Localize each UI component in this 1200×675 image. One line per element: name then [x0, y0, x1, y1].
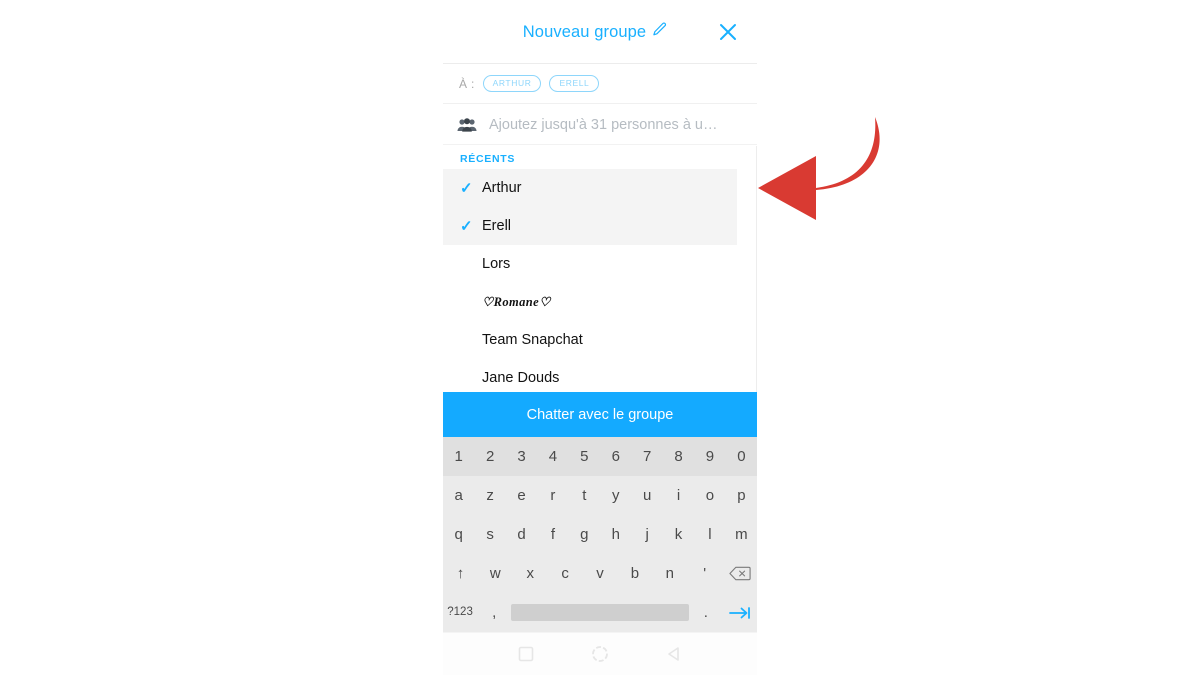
phone-screenshot: Nouveau groupe À : ARTHUR ERELL Ajoutez … — [443, 0, 757, 675]
header-bar: Nouveau groupe — [443, 0, 757, 64]
key-v[interactable]: v — [583, 566, 618, 581]
key-4[interactable]: 4 — [537, 449, 568, 464]
key-f[interactable]: f — [537, 527, 568, 542]
keyboard-row-home: q s d f g h j k l m — [443, 515, 757, 554]
keyboard-row-space: ?123 , . — [443, 593, 757, 632]
key-0[interactable]: 0 — [726, 449, 757, 464]
symbols-key[interactable]: ?123 — [443, 606, 477, 619]
list-item[interactable]: Team Snapchat — [443, 321, 756, 359]
key-g[interactable]: g — [569, 527, 600, 542]
key-z[interactable]: z — [474, 488, 505, 503]
key-6[interactable]: 6 — [600, 449, 631, 464]
keyboard-row-bottom: ↑ w x c v b n ' — [443, 554, 757, 593]
key-7[interactable]: 7 — [631, 449, 662, 464]
contact-name: Arthur — [482, 180, 522, 196]
header-title-group[interactable]: Nouveau groupe — [443, 0, 757, 64]
square-recents-icon[interactable] — [518, 646, 534, 662]
key-u[interactable]: u — [631, 488, 662, 503]
keyboard-row-top: a z e r t y u i o p — [443, 476, 757, 515]
contact-name: Jane Douds — [482, 370, 560, 386]
to-label: À : — [459, 76, 475, 91]
key-9[interactable]: 9 — [694, 449, 725, 464]
check-icon: ✓ — [460, 179, 473, 197]
on-screen-keyboard[interactable]: 1 2 3 4 5 6 7 8 9 0 a z e r t y u i o p … — [443, 437, 757, 632]
contact-list[interactable]: RÉCENTS ✓ Arthur ✓ Erell Lors ♡Romane♡ T… — [443, 146, 757, 392]
list-item[interactable]: Jane Douds — [443, 359, 756, 392]
page-title: Nouveau groupe — [522, 22, 647, 41]
contact-name: Erell — [482, 218, 512, 234]
key-q[interactable]: q — [443, 527, 474, 542]
list-item[interactable]: ✓ Erell — [443, 207, 737, 245]
contact-name: Team Snapchat — [482, 332, 583, 348]
circle-home-icon[interactable] — [591, 645, 609, 663]
list-item[interactable]: ♡Romane♡ — [443, 283, 756, 321]
spacebar-key[interactable] — [511, 604, 689, 621]
add-people-row[interactable]: Ajoutez jusqu'à 31 personnes à u… — [443, 105, 757, 145]
key-o[interactable]: o — [694, 488, 725, 503]
curved-left-arrow-icon — [752, 112, 892, 224]
key-l[interactable]: l — [694, 527, 725, 542]
key-m[interactable]: m — [726, 527, 757, 542]
key-e[interactable]: e — [506, 488, 537, 503]
key-x[interactable]: x — [513, 566, 548, 581]
key-h[interactable]: h — [600, 527, 631, 542]
key-a[interactable]: a — [443, 488, 474, 503]
add-people-hint: Ajoutez jusqu'à 31 personnes à u… — [489, 116, 718, 133]
key-c[interactable]: c — [548, 566, 583, 581]
contact-name: Lors — [482, 256, 511, 272]
keyboard-row-numbers: 1 2 3 4 5 6 7 8 9 0 — [443, 437, 757, 476]
group-people-icon — [457, 117, 477, 133]
key-s[interactable]: s — [474, 527, 505, 542]
recipient-chip-erell[interactable]: ERELL — [549, 74, 600, 93]
recipient-chip-arthur[interactable]: ARTHUR — [482, 74, 542, 93]
spacebar-surface — [511, 604, 689, 621]
tab-next-icon[interactable] — [723, 606, 757, 620]
close-icon[interactable] — [717, 21, 739, 43]
key-8[interactable]: 8 — [663, 449, 694, 464]
key-apostrophe[interactable]: ' — [687, 566, 722, 581]
key-y[interactable]: y — [600, 488, 631, 503]
list-item[interactable]: ✓ Arthur — [443, 169, 737, 207]
triangle-back-icon[interactable] — [666, 646, 682, 662]
key-period[interactable]: . — [689, 605, 723, 620]
key-p[interactable]: p — [726, 488, 757, 503]
chat-with-group-button[interactable]: Chatter avec le groupe — [443, 392, 757, 437]
screenshot-canvas: Nouveau groupe À : ARTHUR ERELL Ajoutez … — [0, 0, 1200, 675]
list-item[interactable]: Lors — [443, 245, 756, 283]
key-i[interactable]: i — [663, 488, 694, 503]
recipients-row[interactable]: À : ARTHUR ERELL — [443, 64, 757, 104]
key-2[interactable]: 2 — [474, 449, 505, 464]
key-comma[interactable]: , — [477, 605, 511, 620]
key-r[interactable]: r — [537, 488, 568, 503]
pencil-icon[interactable] — [652, 22, 667, 42]
contact-name: ♡Romane♡ — [482, 295, 551, 309]
key-5[interactable]: 5 — [569, 449, 600, 464]
section-label-recents: RÉCENTS — [460, 153, 516, 165]
key-k[interactable]: k — [663, 527, 694, 542]
key-d[interactable]: d — [506, 527, 537, 542]
key-t[interactable]: t — [569, 488, 600, 503]
key-n[interactable]: n — [652, 566, 687, 581]
key-3[interactable]: 3 — [506, 449, 537, 464]
key-b[interactable]: b — [617, 566, 652, 581]
backspace-icon[interactable] — [722, 566, 757, 581]
key-j[interactable]: j — [631, 527, 662, 542]
check-icon: ✓ — [460, 217, 473, 235]
android-navbar — [443, 632, 757, 675]
key-1[interactable]: 1 — [443, 449, 474, 464]
key-w[interactable]: w — [478, 566, 513, 581]
chat-with-group-label: Chatter avec le groupe — [526, 406, 674, 423]
shift-icon[interactable]: ↑ — [443, 566, 478, 581]
